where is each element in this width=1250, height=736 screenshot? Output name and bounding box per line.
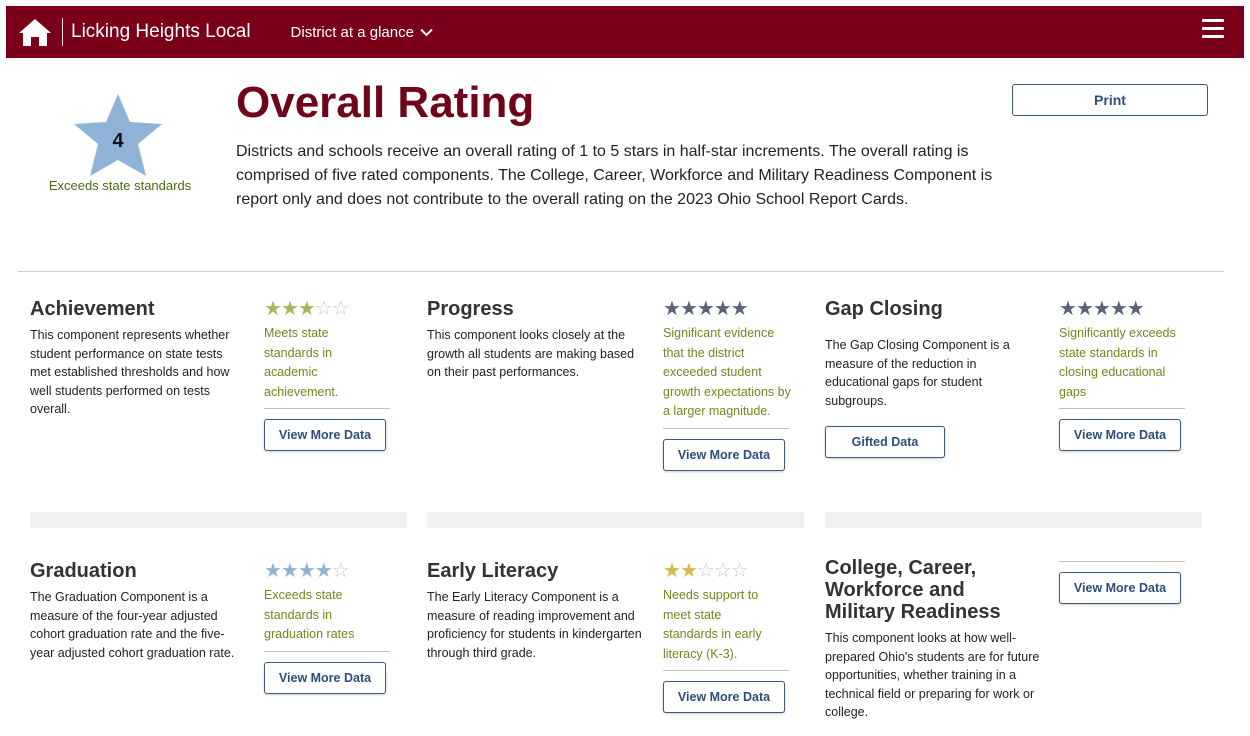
filled-star-icon: ★: [1059, 298, 1077, 320]
component-title: College, Career, Workforce and Military …: [825, 557, 1001, 623]
view-more-data-button[interactable]: View More Data: [1059, 419, 1181, 451]
print-button[interactable]: Print: [1012, 84, 1208, 116]
star-rating: ★ ★ ★ ★ ★: [1059, 298, 1187, 320]
empty-star-icon: ☆: [713, 560, 732, 582]
view-more-data-button[interactable]: View More Data: [663, 681, 785, 713]
status-divider: [1059, 561, 1185, 562]
filled-star-icon: ★: [264, 560, 282, 582]
overall-rating-status: Exceeds state standards: [48, 178, 192, 193]
empty-star-icon: ☆: [331, 298, 350, 320]
empty-star-icon: ☆: [730, 560, 749, 582]
filled-star-icon: ★: [264, 298, 282, 320]
row-separator: [825, 512, 1202, 528]
filled-star-icon: ★: [1075, 298, 1094, 320]
component-title: Early Literacy: [427, 560, 559, 582]
component-status: Meets state standards in academic achiev…: [264, 326, 339, 399]
component-title: Gap Closing: [825, 298, 943, 320]
district-name-link[interactable]: Licking Heights Local: [71, 21, 251, 43]
component-status: Significantly exceeds state standards in…: [1059, 326, 1176, 399]
star-rating: ★ ★ ★ ☆ ☆: [264, 298, 392, 320]
brand-separator: [62, 18, 63, 46]
component-title: Graduation: [30, 560, 137, 582]
view-more-data-button[interactable]: View More Data: [264, 661, 386, 694]
filled-star-icon: ★: [696, 298, 715, 320]
star-rating: ★ ★ ★ ★ ★: [663, 298, 791, 320]
row-separator: [30, 512, 407, 528]
component-title: Progress: [427, 298, 514, 320]
gifted-data-button[interactable]: Gifted Data: [825, 426, 945, 458]
filled-star-icon: ★: [280, 298, 299, 320]
home-icon[interactable]: [18, 16, 56, 48]
status-divider: [663, 670, 789, 671]
overall-rating-description: Districts and schools receive an overall…: [236, 143, 993, 208]
section-divider: [18, 271, 1224, 272]
row-separator: [427, 512, 804, 528]
top-navigation-bar: Licking Heights Local District at a glan…: [6, 6, 1244, 58]
component-status: Exceeds state standards in graduation ra…: [264, 588, 355, 641]
empty-star-icon: ☆: [696, 560, 715, 582]
filled-star-icon: ★: [297, 560, 316, 582]
filled-star-icon: ★: [280, 560, 299, 582]
component-description: The Gap Closing Component is a measure o…: [825, 338, 1010, 408]
filled-star-icon: ★: [663, 298, 681, 320]
empty-star-icon: ☆: [331, 560, 350, 582]
filled-star-icon: ★: [1126, 298, 1145, 320]
filled-star-icon: ★: [713, 298, 732, 320]
overall-rating-value: 4: [112, 130, 124, 152]
filled-star-icon: ★: [679, 298, 698, 320]
component-title: Achievement: [30, 298, 155, 320]
component-description: This component looks at how well-prepare…: [825, 631, 1040, 719]
status-divider: [1059, 408, 1185, 409]
view-more-data-button[interactable]: View More Data: [264, 419, 386, 451]
filled-star-icon: ★: [314, 560, 333, 582]
overall-rating-star: 4: [70, 90, 166, 180]
chevron-down-icon: [420, 28, 433, 36]
status-divider: [264, 650, 390, 652]
district-at-a-glance-dropdown[interactable]: District at a glance: [291, 24, 433, 41]
filled-star-icon: ★: [1109, 298, 1128, 320]
filled-star-icon: ★: [679, 560, 698, 582]
status-divider: [663, 427, 789, 429]
filled-star-icon: ★: [663, 560, 681, 582]
filled-star-icon: ★: [730, 298, 749, 320]
star-rating: ★ ★ ★ ★ ☆: [264, 560, 392, 582]
component-status: Significant evidence that the district e…: [663, 326, 791, 418]
hamburger-menu-icon[interactable]: [1202, 19, 1224, 41]
component-description: This component represents whether studen…: [30, 328, 230, 416]
page-title: Overall Rating: [236, 78, 535, 127]
dropdown-label: District at a glance: [290, 23, 414, 41]
star-rating: ★ ★ ☆ ☆ ☆: [663, 560, 791, 582]
view-more-data-button[interactable]: View More Data: [663, 438, 785, 471]
component-description: The Graduation Component is a measure of…: [30, 590, 235, 660]
component-description: This component looks closely at the grow…: [427, 328, 635, 379]
empty-star-icon: ☆: [314, 298, 333, 320]
component-description: The Early Literacy Component is a measur…: [427, 590, 642, 660]
filled-star-icon: ★: [297, 298, 316, 320]
component-status: Needs support to meet state standards in…: [663, 588, 762, 661]
view-more-data-button[interactable]: View More Data: [1059, 572, 1181, 604]
filled-star-icon: ★: [1092, 298, 1111, 320]
status-divider: [264, 408, 390, 409]
